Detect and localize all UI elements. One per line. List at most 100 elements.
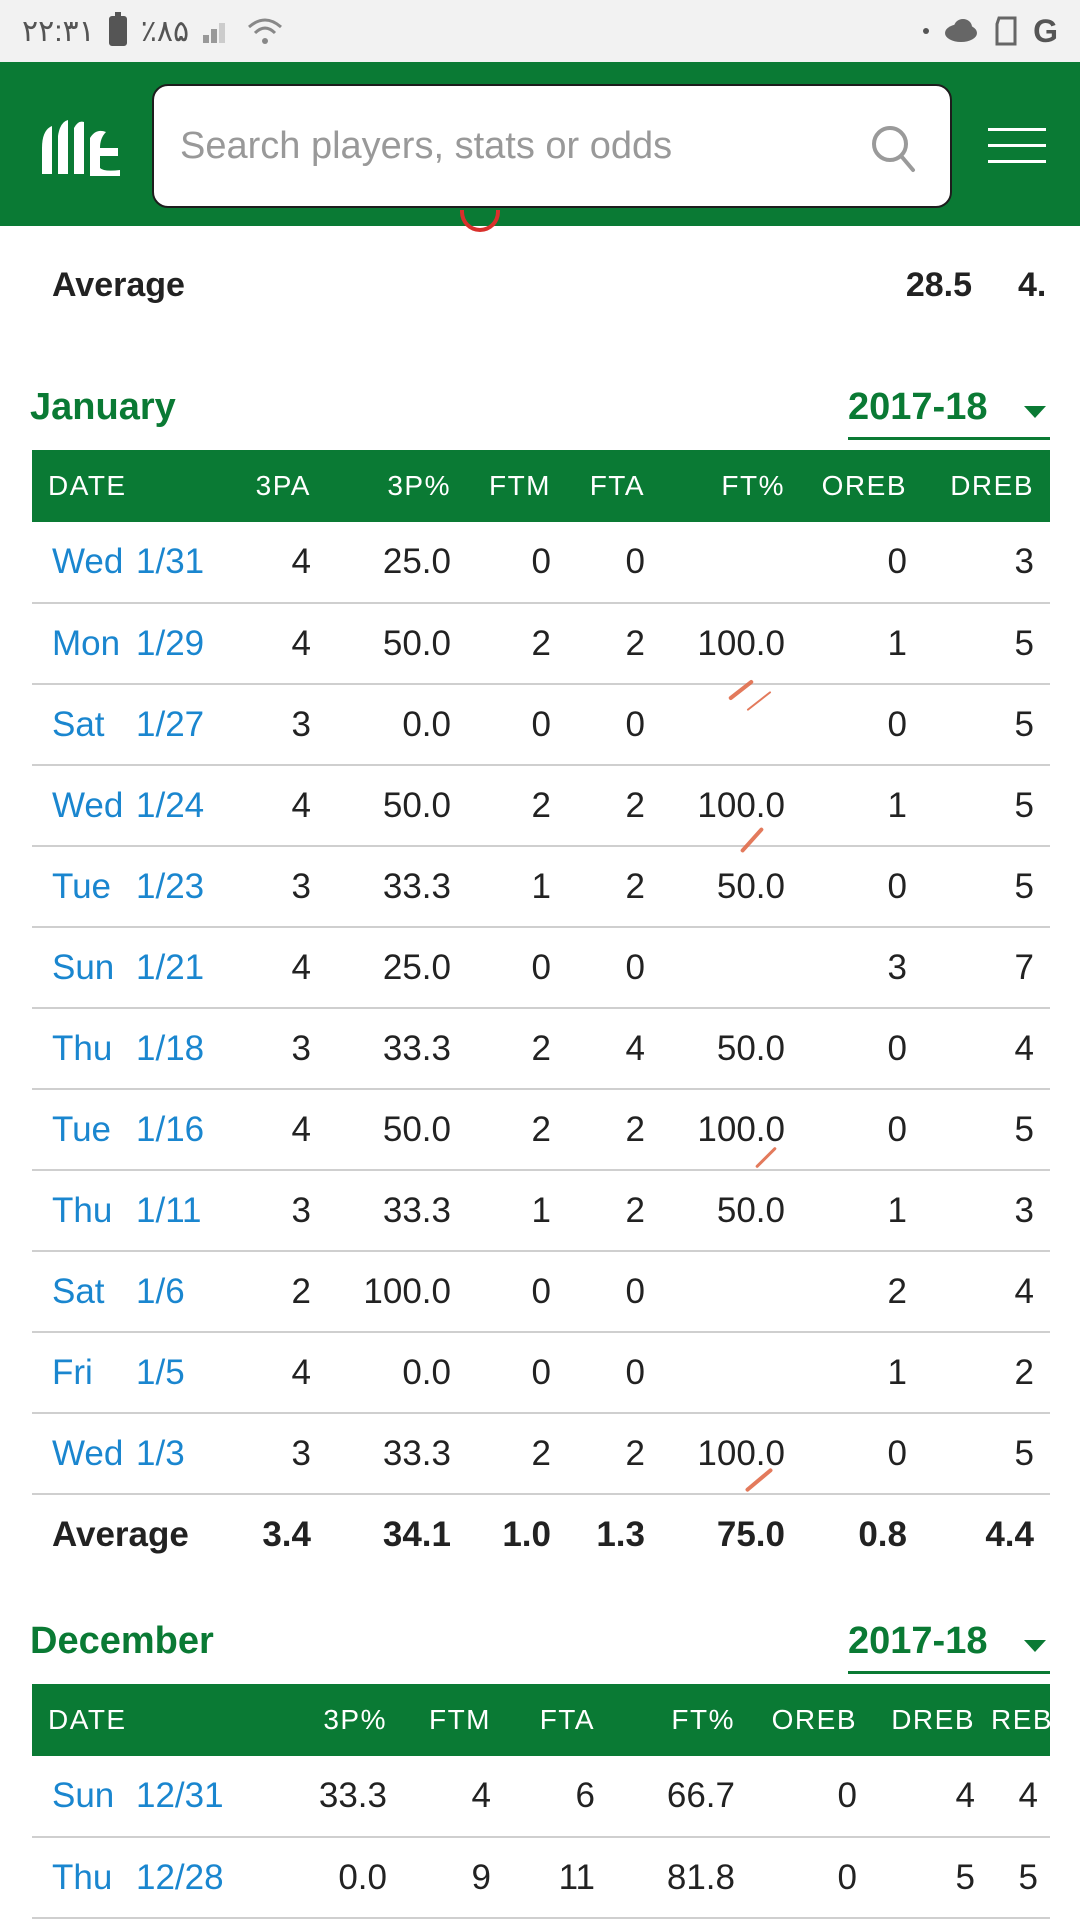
table-cell: 4 bbox=[291, 785, 311, 825]
table-cell: 5 bbox=[1014, 704, 1034, 744]
column-header[interactable]: OREB bbox=[801, 450, 923, 522]
column-header[interactable]: 3P% bbox=[327, 450, 467, 522]
game-date: 1/24 bbox=[136, 785, 205, 825]
table-cell: 2 bbox=[531, 1028, 551, 1068]
table-cell: 1 bbox=[531, 866, 551, 906]
december-game-log-table: DATE 3P% FTM FTA FT% OREB DREB REB Sun 12… bbox=[32, 1684, 1052, 1919]
column-header[interactable]: DATE bbox=[32, 1684, 240, 1756]
game-date-link[interactable]: Tue 1/23 bbox=[32, 846, 227, 927]
average-value: 28.5 bbox=[905, 266, 972, 304]
game-date: 1/21 bbox=[136, 947, 205, 987]
table-cell: 4 bbox=[1014, 1271, 1034, 1311]
table-cell: 2 bbox=[625, 1433, 645, 1473]
search-icon[interactable] bbox=[870, 124, 916, 174]
game-date-link[interactable]: Tue 1/16 bbox=[32, 1089, 227, 1170]
bballref-logo-icon[interactable] bbox=[38, 118, 124, 176]
table-cell: 0 bbox=[531, 542, 551, 581]
game-date-link[interactable]: Sat 1/6 bbox=[32, 1251, 227, 1332]
game-day-of-week: Wed bbox=[52, 1433, 124, 1473]
table-cell: 0 bbox=[531, 704, 551, 744]
table-cell: 33.3 bbox=[318, 1776, 387, 1815]
site-header bbox=[0, 62, 1080, 226]
column-header[interactable]: DREB bbox=[873, 1684, 991, 1756]
column-header[interactable]: 3P% bbox=[240, 1684, 403, 1756]
table-cell: 1.3 bbox=[596, 1515, 645, 1554]
table-cell: 2 bbox=[531, 623, 551, 663]
game-date-link[interactable]: Wed 1/3 bbox=[32, 1413, 227, 1494]
status-time: ۲۲:۳۱ bbox=[22, 14, 95, 48]
table-body: Sun 12/31 33.3 4 6 66.7 0 4 4 Thu 12/28 0.0 9 11 81.8 0… bbox=[32, 1756, 1050, 1918]
table-cell: 0 bbox=[531, 1352, 551, 1392]
table-cell: 2 bbox=[887, 1271, 907, 1311]
table-cell: 1 bbox=[887, 623, 907, 663]
table-cell bbox=[661, 1251, 801, 1332]
game-date-link[interactable]: Thu 1/11 bbox=[32, 1170, 227, 1251]
hamburger-menu-icon[interactable] bbox=[988, 126, 1048, 166]
battery-percent: ٪۸۵ bbox=[140, 14, 190, 48]
table-cell: 5 bbox=[1014, 1433, 1034, 1473]
table-cell bbox=[661, 522, 801, 603]
game-date-link[interactable]: Wed 1/31 bbox=[32, 522, 227, 603]
column-header[interactable]: FTM bbox=[467, 450, 567, 522]
game-date: 1/29 bbox=[136, 623, 205, 663]
search-input[interactable] bbox=[180, 116, 840, 176]
game-date-link[interactable]: Fri 1/5 bbox=[32, 1332, 227, 1413]
table-cell: 3 bbox=[291, 1190, 311, 1230]
table-cell: 1 bbox=[887, 1190, 907, 1230]
game-date-link[interactable]: Thu 12/28 bbox=[32, 1837, 240, 1918]
table-cell: 0 bbox=[837, 1857, 857, 1897]
season-select-december[interactable]: 2017-18 bbox=[848, 1614, 1050, 1674]
table-cell: 33.3 bbox=[382, 1028, 451, 1068]
table-cell: 5 bbox=[1014, 866, 1034, 906]
caret-down-icon bbox=[1024, 406, 1046, 418]
game-date-link[interactable]: Thu 1/18 bbox=[32, 1008, 227, 1089]
table-cell bbox=[661, 927, 801, 1008]
google-icon: G bbox=[1033, 12, 1058, 49]
table-cell: 0 bbox=[887, 1028, 907, 1068]
game-date: 1/5 bbox=[136, 1352, 185, 1392]
game-date: 1/18 bbox=[136, 1028, 205, 1068]
game-date: 1/31 bbox=[136, 542, 205, 581]
game-date-link[interactable]: Mon 1/29 bbox=[32, 603, 227, 684]
game-date-link[interactable]: Wed 1/24 bbox=[32, 765, 227, 846]
game-date-link[interactable]: Sun 12/31 bbox=[32, 1756, 240, 1837]
table-cell: 0 bbox=[531, 1271, 551, 1311]
table-cell: 6 bbox=[575, 1776, 595, 1815]
column-header[interactable]: REB bbox=[991, 1684, 1052, 1756]
status-bar-right: G bbox=[923, 13, 1058, 50]
column-header[interactable]: FTA bbox=[507, 1684, 611, 1756]
column-header[interactable]: DATE bbox=[32, 450, 227, 522]
game-date-link[interactable]: Sat 1/27 bbox=[32, 684, 227, 765]
table-header-row: DATE 3PA 3P% FTM FTA FT% OREB DREB bbox=[32, 450, 1050, 522]
game-day-of-week: Thu bbox=[52, 1190, 113, 1230]
table-cell: 100.0 bbox=[697, 623, 785, 663]
table-cell: 4 bbox=[291, 1109, 311, 1149]
table-cell: 3 bbox=[1014, 542, 1034, 581]
column-header[interactable]: FT% bbox=[661, 450, 801, 522]
table-cell: 5 bbox=[1018, 1857, 1038, 1897]
table-cell: 0 bbox=[625, 704, 645, 744]
month-title-december: December bbox=[30, 1620, 214, 1662]
table-cell: 2 bbox=[625, 623, 645, 663]
table-cell: 75.0 bbox=[716, 1515, 785, 1554]
column-header[interactable]: DREB bbox=[923, 450, 1050, 522]
table-average-row: Average 3.4 34.1 1.0 1.3 75.0 0.8 4.4 bbox=[32, 1494, 1050, 1575]
game-date-link[interactable]: Sun 1/21 bbox=[32, 927, 227, 1008]
signal-icon bbox=[203, 19, 231, 43]
table-cell: 4 bbox=[625, 1028, 645, 1068]
table-cell: 0 bbox=[625, 947, 645, 987]
table-cell: 2 bbox=[291, 1271, 311, 1311]
column-header[interactable]: 3PA bbox=[227, 450, 327, 522]
table-cell: 4 bbox=[1014, 1028, 1034, 1068]
wifi-icon bbox=[248, 18, 283, 44]
table-cell: 0.0 bbox=[338, 1857, 387, 1897]
table-cell: 4 bbox=[291, 1352, 311, 1392]
game-day-of-week: Sun bbox=[52, 1776, 115, 1815]
table-row: Tue 1/23 3 33.3 1 2 50.0 0 5 bbox=[32, 846, 1050, 927]
season-select-january[interactable]: 2017-18 bbox=[848, 380, 1050, 440]
column-header[interactable]: FT% bbox=[611, 1684, 751, 1756]
status-bar-left: ۲۲:۳۱ ٪۸۵ bbox=[22, 12, 285, 49]
column-header[interactable]: FTM bbox=[403, 1684, 507, 1756]
column-header[interactable]: OREB bbox=[751, 1684, 873, 1756]
column-header[interactable]: FTA bbox=[567, 450, 661, 522]
